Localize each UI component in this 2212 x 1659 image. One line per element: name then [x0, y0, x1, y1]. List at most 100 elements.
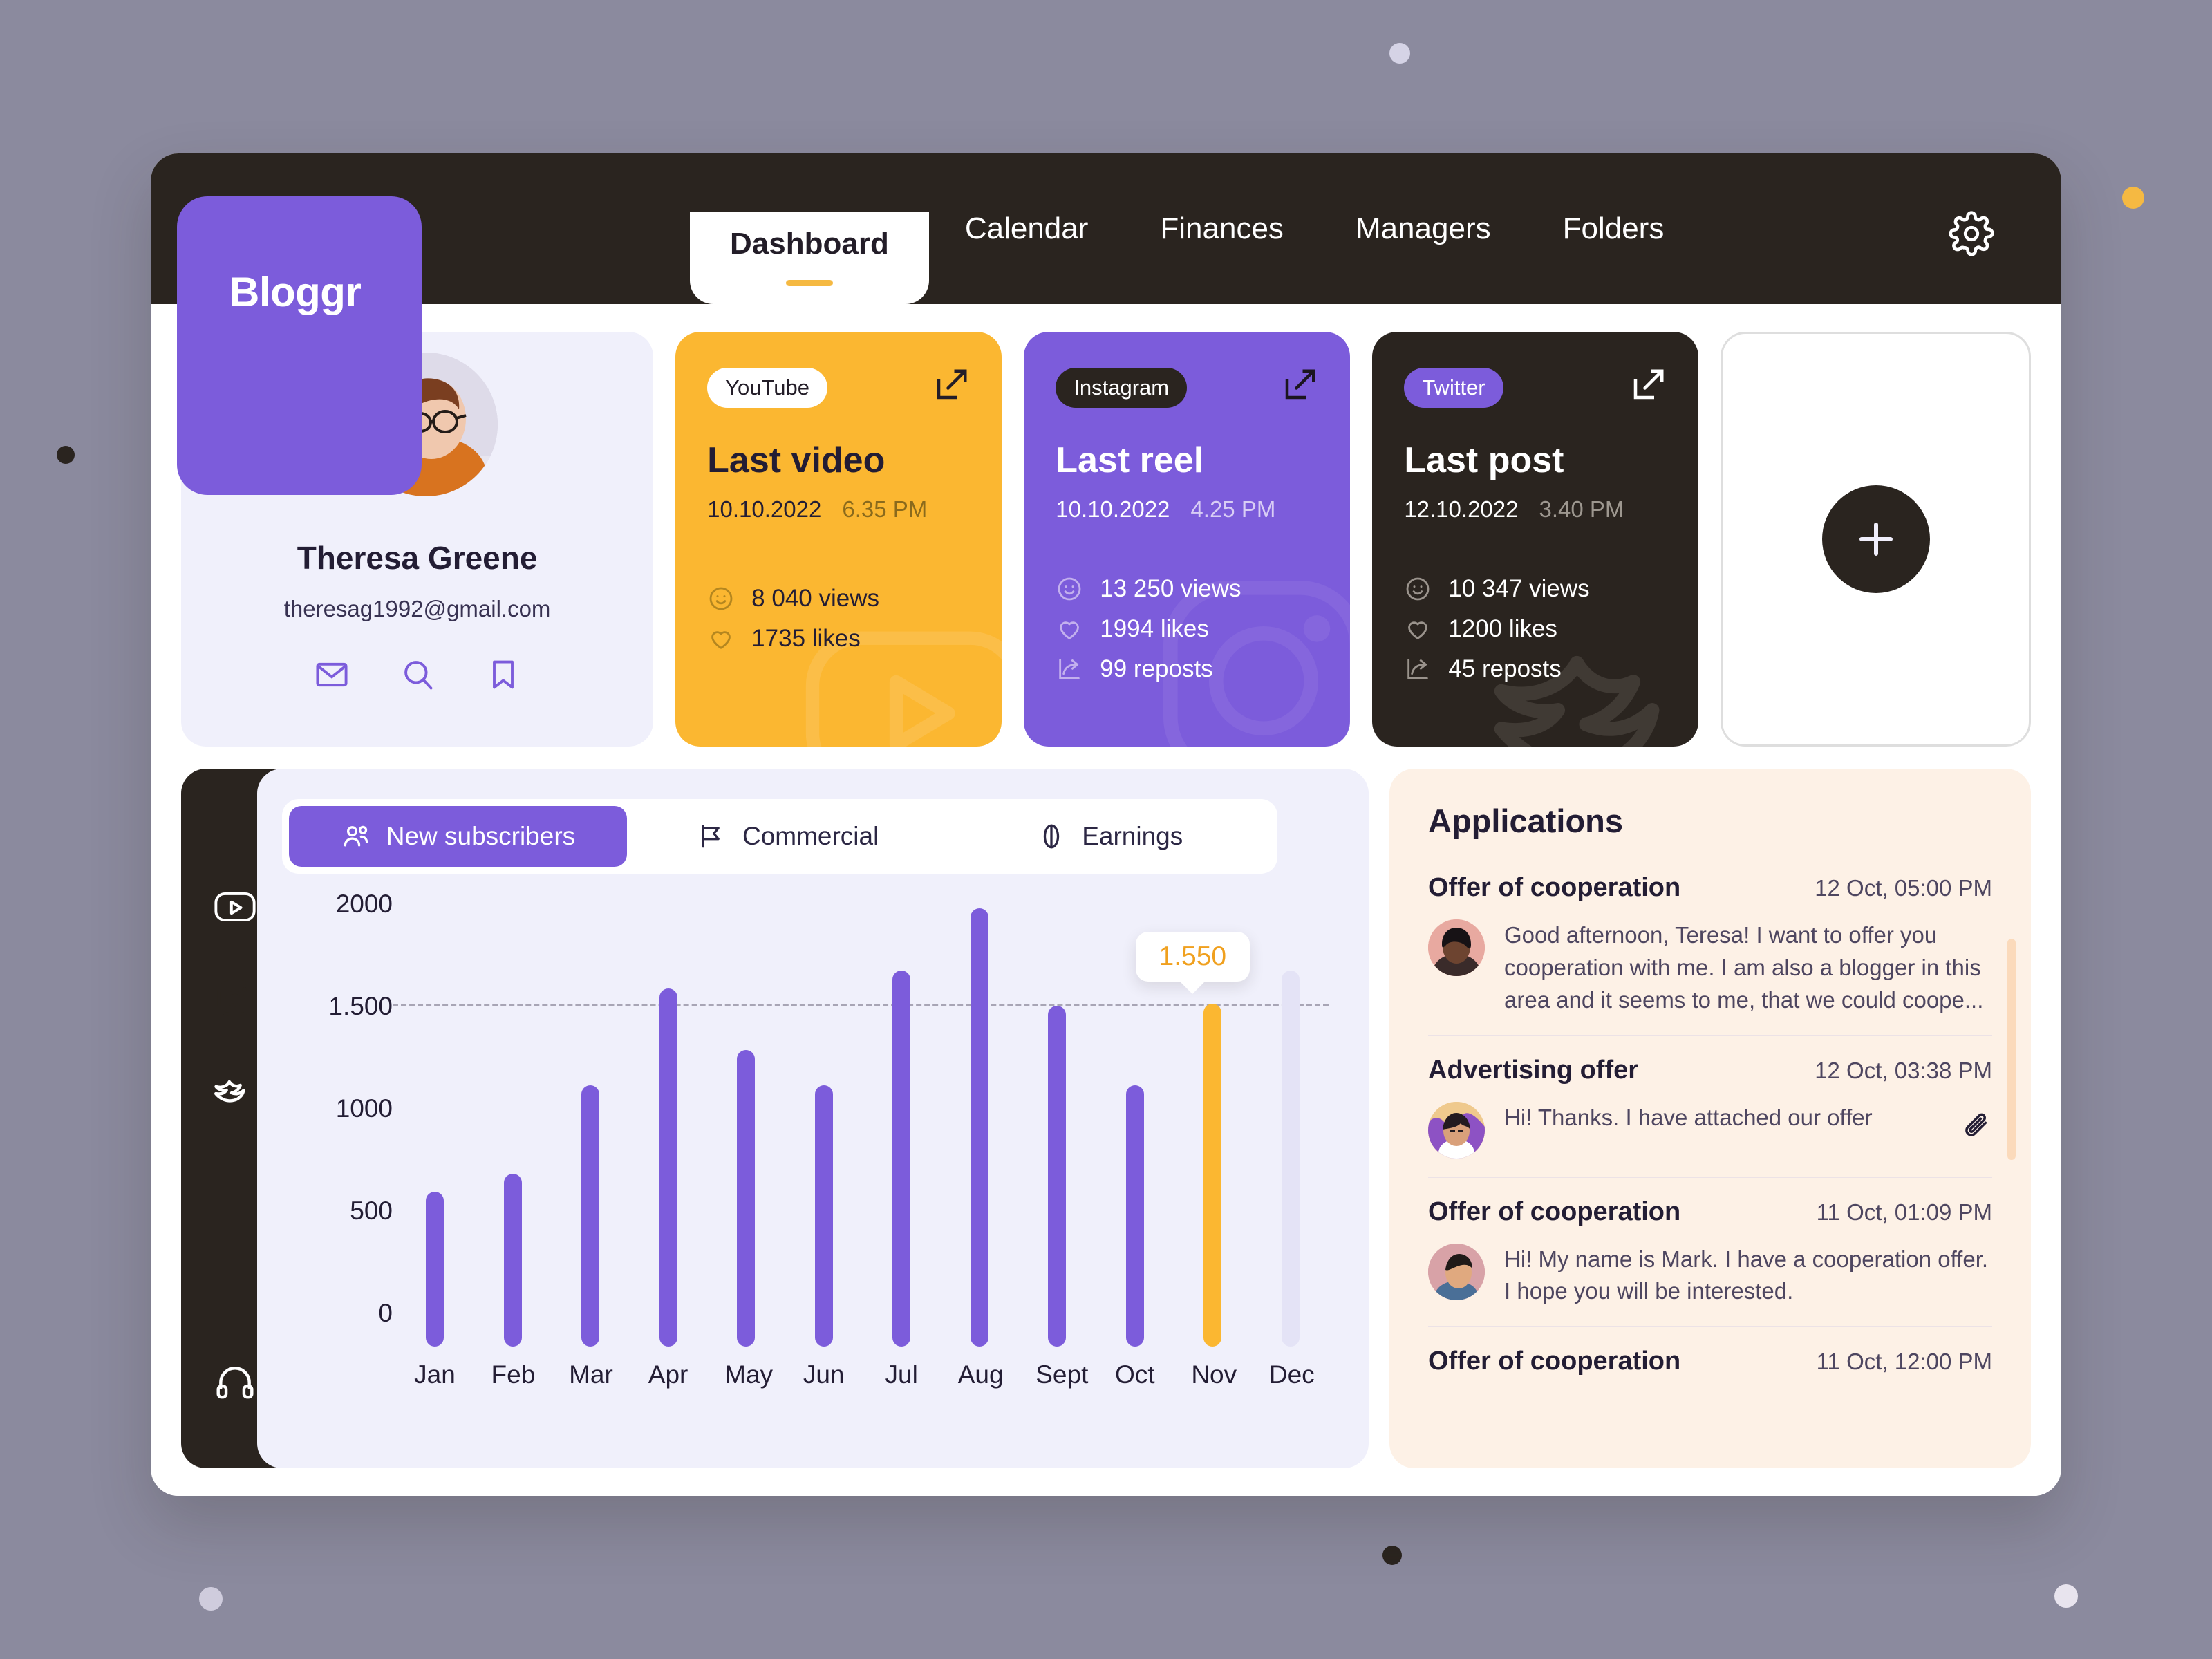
bar[interactable]: [1281, 971, 1300, 1347]
toggle-earnings-label: Earnings: [1082, 822, 1183, 850]
application-time: 12 Oct, 03:38 PM: [1815, 1057, 1992, 1083]
toggle-new-subscribers[interactable]: New subscribers: [289, 806, 627, 867]
bar[interactable]: [814, 1085, 833, 1347]
tab-managers[interactable]: Managers: [1320, 153, 1527, 304]
bar-column[interactable]: [413, 904, 456, 1347]
bar[interactable]: [737, 1050, 756, 1347]
bar-column[interactable]: [491, 904, 534, 1347]
toggle-commercial[interactable]: Commercial: [627, 806, 949, 867]
bar[interactable]: [426, 1192, 444, 1347]
bar[interactable]: [581, 1085, 600, 1347]
rail-item-twitter[interactable]: [181, 1048, 289, 1131]
bar[interactable]: [1125, 1085, 1144, 1347]
tab-dashboard[interactable]: Dashboard: [690, 212, 929, 304]
application-time: 12 Oct, 05:00 PM: [1815, 875, 1992, 901]
application-avatar: [1428, 919, 1485, 976]
x-tick-label: Dec: [1268, 1360, 1315, 1389]
platform-badge-instagram: Instagram: [1056, 368, 1188, 408]
stat-views-twitter: 10 347 views: [1404, 575, 1590, 603]
applications-scrollbar[interactable]: [2007, 939, 2016, 1160]
mail-icon[interactable]: [314, 657, 350, 693]
add-account-card[interactable]: [1721, 332, 2032, 747]
x-tick-label: Nov: [1191, 1360, 1237, 1389]
application-item[interactable]: Advertising offer 12 Oct, 03:38 PM Hi! T…: [1428, 1034, 1992, 1177]
main-tabs: Dashboard Calendar Finances Managers Fol…: [690, 153, 1700, 304]
tab-folders[interactable]: Folders: [1527, 153, 1700, 304]
application-body: Good afternoon, Teresa! I want to offer …: [1428, 919, 1992, 1017]
toggle-earnings[interactable]: Earnings: [948, 806, 1271, 867]
application-item[interactable]: Offer of cooperation 12 Oct, 05:00 PM Go…: [1428, 873, 1992, 1035]
bar-column[interactable]: [1269, 904, 1312, 1347]
card-title-youtube: Last video: [707, 440, 885, 480]
bookmark-icon[interactable]: [485, 657, 521, 693]
application-body: Hi! Thanks. I have attached our offer: [1428, 1101, 1992, 1159]
application-message: Hi! My name is Mark. I have a cooperatio…: [1504, 1246, 1989, 1304]
application-header: Offer of cooperation 11 Oct, 01:09 PM: [1428, 1197, 1992, 1227]
dashboard-content: Theresa Greene theresag1992@gmail.com Yo…: [151, 304, 2061, 1496]
bar-column[interactable]: [958, 904, 1001, 1347]
attachment-icon[interactable]: [1960, 1112, 1992, 1143]
bar-column[interactable]: [880, 904, 923, 1347]
background-dot: [57, 446, 75, 464]
card-date-youtube: 10.10.2022: [707, 496, 822, 522]
application-subject: Advertising offer: [1428, 1055, 1639, 1085]
bar[interactable]: [892, 971, 911, 1347]
avatar-image: [1428, 919, 1485, 976]
bar-column[interactable]: [569, 904, 612, 1347]
bar-column[interactable]: [803, 904, 845, 1347]
bar[interactable]: [659, 988, 677, 1347]
application-item[interactable]: Offer of cooperation 11 Oct, 01:09 PM Hi…: [1428, 1176, 1992, 1327]
y-tick-1000: 1000: [335, 1094, 393, 1123]
bar-column[interactable]: [1035, 904, 1078, 1347]
card-time-twitter: 3.40 PM: [1539, 496, 1624, 522]
card-title-instagram: Last reel: [1056, 440, 1204, 480]
y-tick-2000: 2000: [335, 890, 393, 918]
y-axis: 2000 1.500 1000 500 0: [282, 890, 393, 1347]
repost-icon: [1407, 659, 1429, 679]
card-meta-twitter: 12.10.2022 3.40 PM: [1404, 496, 1667, 523]
external-link-icon[interactable]: [1629, 366, 1667, 404]
social-card-instagram[interactable]: Instagram Last reel 10.10.2022 4.25 PM 1…: [1024, 332, 1351, 747]
rail-item-instagram[interactable]: [181, 957, 289, 1040]
smiley-icon: [1406, 577, 1430, 601]
y-tick-500: 500: [350, 1197, 393, 1225]
bar[interactable]: [1048, 1006, 1067, 1347]
rail-item-support[interactable]: [181, 1341, 289, 1424]
bar-column[interactable]: [647, 904, 690, 1347]
social-card-twitter[interactable]: Twitter Last post 12.10.2022 3.40 PM 10 …: [1372, 332, 1699, 747]
application-header: Advertising offer 12 Oct, 03:38 PM: [1428, 1056, 1992, 1085]
x-tick-label: Apr: [648, 1360, 688, 1389]
bar-chart: 2000 1.500 1000 500 0 1.550 Jan Feb Mar Apr…: [282, 890, 1347, 1450]
card-time-youtube: 6.35 PM: [842, 496, 928, 522]
card-title-twitter: Last post: [1404, 440, 1564, 480]
platform-badge-youtube: YouTube: [707, 368, 827, 408]
add-button[interactable]: [1821, 485, 1930, 593]
bar[interactable]: [1203, 1004, 1222, 1347]
x-tick-label: Jun: [803, 1360, 845, 1389]
external-link-icon[interactable]: [932, 366, 970, 404]
bar[interactable]: [970, 908, 988, 1347]
stat-likes-value-twitter: 1200 likes: [1448, 615, 1557, 642]
rail-item-youtube[interactable]: [181, 865, 289, 948]
tab-calendar[interactable]: Calendar: [929, 153, 1125, 304]
repost-icon: [1059, 659, 1080, 679]
applications-title: Applications: [1428, 803, 1624, 839]
stat-reposts-instagram: 99 reposts: [1056, 655, 1241, 683]
bar-column[interactable]: [724, 904, 767, 1347]
search-icon[interactable]: [400, 657, 435, 693]
smiley-icon: [709, 587, 733, 610]
stat-reposts-value-instagram: 99 reposts: [1100, 655, 1213, 682]
external-link-icon[interactable]: [1281, 366, 1318, 404]
x-tick-label: Sept: [1035, 1360, 1089, 1389]
application-avatar: [1428, 1243, 1485, 1300]
stat-views-value-instagram: 13 250 views: [1100, 575, 1241, 602]
card-stats-youtube: 8 040 views 1735 likes: [707, 585, 879, 665]
settings-button[interactable]: [1948, 210, 1995, 257]
tab-finances[interactable]: Finances: [1124, 153, 1320, 304]
application-item[interactable]: Offer of cooperation 11 Oct, 12:00 PM: [1428, 1326, 1992, 1411]
bar[interactable]: [503, 1174, 522, 1347]
application-subject: Offer of cooperation: [1428, 873, 1681, 902]
brand-logo-block[interactable]: Bloggr: [177, 196, 422, 495]
social-card-youtube[interactable]: YouTube Last video 10.10.2022 6.35 PM 8 …: [675, 332, 1002, 747]
card-stats-instagram: 13 250 views 1994 likes 99 reposts: [1056, 575, 1241, 695]
